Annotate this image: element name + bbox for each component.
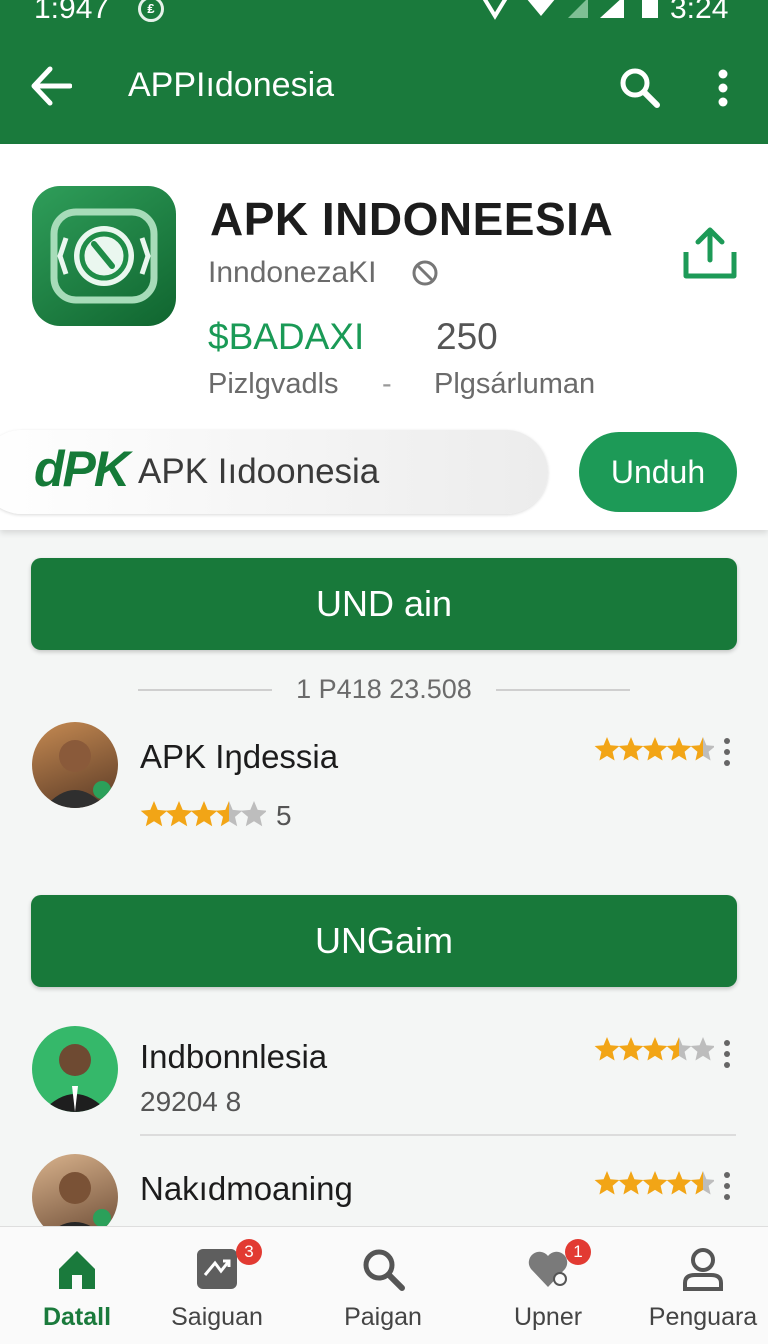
star-icon xyxy=(618,1037,644,1061)
nav-label: Penguara xyxy=(648,1303,758,1331)
star-icon xyxy=(594,1037,620,1061)
divider-line-right xyxy=(496,689,630,691)
star-icon xyxy=(642,1037,668,1061)
star-icon xyxy=(666,737,692,761)
block-icon xyxy=(412,260,438,286)
star-icon xyxy=(240,801,266,827)
review-more-icon[interactable] xyxy=(722,1172,732,1202)
stat-separator: - xyxy=(382,368,392,400)
cell-signal-2-icon xyxy=(600,0,624,18)
star-icon xyxy=(642,1171,668,1195)
status-time-left: 1:947 xyxy=(34,0,110,25)
status-time-right: 3:24 xyxy=(670,0,729,25)
review-meta: 29204 8 xyxy=(140,1086,242,1117)
star-icon xyxy=(190,801,218,827)
nav-item-upner[interactable]: 1 Upner xyxy=(471,1227,625,1344)
review-author-name: Indbonnlesia xyxy=(140,1038,328,1075)
search-icon xyxy=(363,1249,405,1291)
star-icon xyxy=(165,801,193,827)
star-icon xyxy=(642,737,668,761)
star-icon xyxy=(618,737,644,761)
review-author-name: Nakıdmoaning xyxy=(140,1170,353,1207)
wifi-icon xyxy=(527,0,555,16)
avatar[interactable] xyxy=(32,722,118,808)
person-icon xyxy=(683,1248,723,1291)
star-icon xyxy=(594,1171,620,1195)
download-button[interactable]: Unduh xyxy=(579,432,737,512)
avatar-person-image xyxy=(42,1044,108,1112)
clock-logo-icon xyxy=(50,208,158,304)
back-arrow-icon[interactable] xyxy=(30,66,72,106)
star-icon xyxy=(618,1171,644,1195)
review-author-name: APK Iŋdessia xyxy=(140,738,339,775)
nav-item-penguara[interactable]: Penguara xyxy=(626,1227,768,1344)
brand-text: APK Iıdoonesia xyxy=(138,452,380,491)
star-icon xyxy=(215,801,243,827)
nav-label: Upner xyxy=(513,1303,583,1331)
nav-item-saiguan[interactable]: 3 Saiguan xyxy=(140,1227,294,1344)
nav-item-datall[interactable]: Datall xyxy=(0,1227,154,1344)
more-vert-icon[interactable] xyxy=(716,68,730,108)
avatar-person-image xyxy=(44,740,111,808)
star-icon xyxy=(666,1037,692,1061)
app-name: APK INDONEESIA xyxy=(210,193,614,245)
star-icon xyxy=(690,1037,714,1061)
star-icon xyxy=(140,801,168,827)
nav-label: Datall xyxy=(42,1303,112,1331)
user-rating-stars xyxy=(140,801,266,827)
rating-stars xyxy=(594,1171,714,1195)
review-more-icon[interactable] xyxy=(722,1040,732,1070)
notification-badge: 1 xyxy=(565,1239,591,1265)
bottom-navigation: Datall 3 Saiguan Paigan 1 Upner Penguara xyxy=(0,1226,768,1344)
rating-stars xyxy=(594,737,714,761)
notification-icon: ₤ xyxy=(138,0,164,22)
shuffle-icon xyxy=(197,1249,237,1289)
developer-name[interactable]: InndonezaKI xyxy=(208,256,376,290)
review-rating-count: 5 xyxy=(276,800,292,831)
star-icon xyxy=(690,1171,714,1195)
cell-signal-icon xyxy=(568,0,588,18)
app-header-card: APK INDONEESIA InndonezaKI $BADAXI 250 P… xyxy=(0,144,768,530)
brand-logo: dPK xyxy=(34,441,130,497)
star-icon xyxy=(594,737,620,761)
app-bar: 1:947 ₤ 3:24 APPIıdonesia xyxy=(0,0,768,144)
rating-stars xyxy=(594,1037,714,1061)
data-saver-icon xyxy=(482,0,508,20)
review-more-icon[interactable] xyxy=(722,738,732,768)
stat-price-label: Pizlgvadls xyxy=(208,368,339,400)
stat-count-value: 250 xyxy=(436,316,498,357)
home-icon xyxy=(59,1251,95,1289)
avatar[interactable] xyxy=(32,1026,118,1112)
app-bar-title: APPIıdonesia xyxy=(128,66,335,104)
app-icon xyxy=(32,186,176,326)
nav-label: Saiguan xyxy=(171,1303,263,1331)
nav-item-paigan[interactable]: Paigan xyxy=(306,1227,460,1344)
secondary-action-button[interactable]: UNGaim xyxy=(31,895,737,987)
stat-price-value: $BADAXI xyxy=(208,316,365,357)
heart-icon xyxy=(528,1251,568,1287)
brand-banner[interactable]: dPK APK Iıdoonesia xyxy=(0,430,548,514)
list-divider xyxy=(140,1134,736,1136)
share-icon[interactable] xyxy=(680,224,740,284)
search-icon[interactable] xyxy=(618,66,660,108)
notification-badge: 3 xyxy=(236,1239,262,1265)
nav-label: Paigan xyxy=(344,1303,422,1331)
star-icon xyxy=(666,1171,692,1195)
stat-count-label: Plgsárluman xyxy=(434,368,596,400)
stats-divider: 1 P418 23.508 xyxy=(138,674,630,708)
battery-icon xyxy=(642,0,658,18)
primary-action-button[interactable]: UND ain xyxy=(31,558,737,650)
status-bar: 1:947 ₤ 3:24 xyxy=(0,0,768,30)
star-icon xyxy=(690,737,714,761)
